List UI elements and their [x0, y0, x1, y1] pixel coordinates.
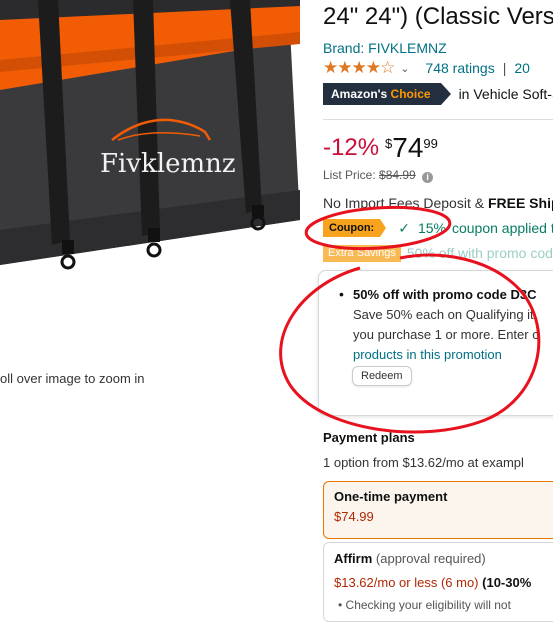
badge-choice-label: Choice [390, 87, 431, 101]
promo-description-line: Save 50% each on Qualifying it [353, 307, 534, 322]
list-price: List Price: $84.99 i [323, 168, 434, 183]
extra-savings-row: Extra Savings 50% off with promo cod [323, 244, 553, 262]
check-icon: ✓ [398, 219, 410, 236]
promo-description-line: you purchase 1 or more. Enter c [353, 327, 539, 342]
star-rating-icon[interactable]: ★★★★☆ [323, 58, 395, 78]
affirm-eligibility-note: • Checking your eligibility will not [338, 598, 511, 612]
affirm-price: $13.62/mo or less (6 mo) (10-30% [334, 575, 531, 590]
zoom-hint: oll over image to zoom in [0, 371, 145, 386]
free-shipping-label: FREE Ship [487, 195, 553, 211]
price-row: -12% $ 74 99 [323, 133, 438, 163]
extra-savings-tag: Extra Savings [323, 244, 401, 262]
extra-savings-text[interactable]: 50% off with promo cod [407, 245, 553, 261]
affirm-requirement: (approval required) [375, 551, 486, 566]
ratings-count-link[interactable]: 748 ratings [425, 60, 494, 76]
price-fraction: 99 [423, 136, 438, 151]
payment-plans-title: Payment plans [323, 430, 415, 445]
info-icon[interactable]: i [422, 172, 434, 183]
promo-title: 50% off with promo code D3C [353, 287, 537, 302]
affirm-title: Affirm (approval required) [334, 551, 486, 566]
coupon-row: Coupon: ✓ 15% coupon applied t [323, 218, 553, 238]
brand-link[interactable]: Brand: FIVKLEMNZ [323, 40, 447, 56]
shipping-prefix: No Import Fees Deposit & [323, 195, 485, 211]
affirm-name: Affirm [334, 551, 373, 566]
brand-logo-text: Fivklemnz [100, 149, 236, 179]
rating-row: ★★★★☆ ⌄ 748 ratings | 20 [323, 58, 530, 78]
promotion-products-link[interactable]: products in this promotion [353, 347, 502, 362]
product-image[interactable]: Fivklemnz [0, 0, 300, 290]
badge-amazon-label: Amazon's [331, 87, 388, 101]
coupon-applied-text: coupon applied t [451, 220, 553, 236]
one-time-payment-title: One-time payment [334, 489, 448, 504]
coupon-tag: Coupon: [323, 219, 387, 237]
cargo-bag-image: Fivklemnz [0, 0, 300, 270]
affirm-monthly-price: $13.62/mo or less (6 mo) [334, 575, 479, 590]
promo-bullet: • [339, 286, 344, 302]
shipping-info: No Import Fees Deposit & FREE Ship [323, 195, 553, 211]
list-price-value: $84.99 [379, 168, 416, 182]
price-whole: 74 [392, 132, 424, 163]
coupon-percent: 15% [417, 220, 446, 236]
amazons-choice-row: Amazon's Choice in Vehicle Soft-Sh [323, 82, 553, 106]
affirm-apr: (10-30% [482, 575, 532, 590]
discount-percent: -12% [323, 134, 380, 161]
chevron-down-icon[interactable]: ⌄ [400, 62, 409, 75]
price-currency: $ [385, 136, 393, 151]
list-price-label: List Price: [323, 168, 376, 182]
payment-plans-subtitle: 1 option from $13.62/mo at exampl [323, 455, 524, 470]
separator: | [502, 60, 507, 76]
product-title: 24" 24") (Classic Versi [323, 3, 553, 30]
choice-category: in Vehicle Soft-Sh [458, 86, 553, 102]
one-time-payment-price: $74.99 [334, 509, 374, 524]
redeem-button[interactable]: Redeem [352, 366, 412, 386]
amazons-choice-badge[interactable]: Amazon's Choice [323, 83, 451, 105]
answers-link[interactable]: 20 [514, 60, 530, 76]
divider [323, 119, 553, 120]
